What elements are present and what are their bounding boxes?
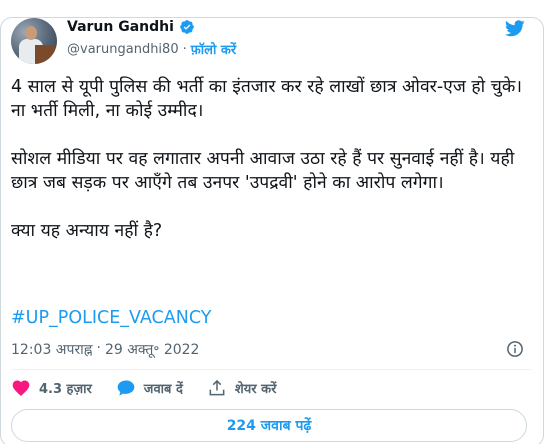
author-handle[interactable]: @varungandhi80 [67,42,179,57]
info-icon[interactable] [506,340,524,358]
tweet-paragraph: सोशल मीडिया पर वह लगातार अपनी आवाज उठा र… [11,149,515,193]
speech-bubble-icon [117,380,135,396]
avatar-podium [35,45,55,64]
tweet-paragraph: 4 साल से यूपी पुलिस की भर्ती का इंतजार क… [11,77,522,121]
share-label: शेयर करें [234,382,277,397]
heart-icon [12,380,30,397]
action-bar: 4.3 हज़ार जवाब दें शेयर करें [11,378,300,398]
author-name-row: Varun Gandhi [67,19,195,35]
reply-button[interactable]: जवाब दें [116,378,183,398]
tweet-text: 4 साल से यूपी पुलिस की भर्ती का इंतजार क… [11,75,531,267]
follow-button[interactable]: फ़ॉलो करें [191,40,236,58]
tweet-paragraph: क्या यह अन्याय नहीं है? [11,221,163,241]
verified-badge-icon [180,20,194,34]
read-replies-button[interactable]: 224 जवाब पढ़ें [11,409,527,442]
handle-separator: · [182,41,187,57]
like-count: 4.3 हज़ार [39,382,92,397]
tweet-date[interactable]: 29 अक्तू॰ 2022 [105,340,200,359]
hashtag-link[interactable]: #UP_POLICE_VACANCY [11,308,211,328]
avatar[interactable] [11,18,57,64]
reply-label: जवाब दें [143,382,183,397]
author-handle-row: @varungandhi80 · फ़ॉलो करें [67,40,236,59]
date-separator: · [96,340,101,356]
divider [11,369,531,370]
avatar-figure-head [25,26,37,40]
timestamp-row[interactable]: 12:03 अपराह्न · 29 अक्तू॰ 2022 [11,340,199,359]
share-button[interactable]: शेयर करें [207,378,277,398]
twitter-bird-icon[interactable] [503,18,527,38]
share-upload-icon [209,379,225,396]
tweet-time[interactable]: 12:03 अपराह्न [11,340,93,359]
author-name[interactable]: Varun Gandhi [67,19,174,35]
like-button[interactable]: 4.3 हज़ार [11,378,92,398]
